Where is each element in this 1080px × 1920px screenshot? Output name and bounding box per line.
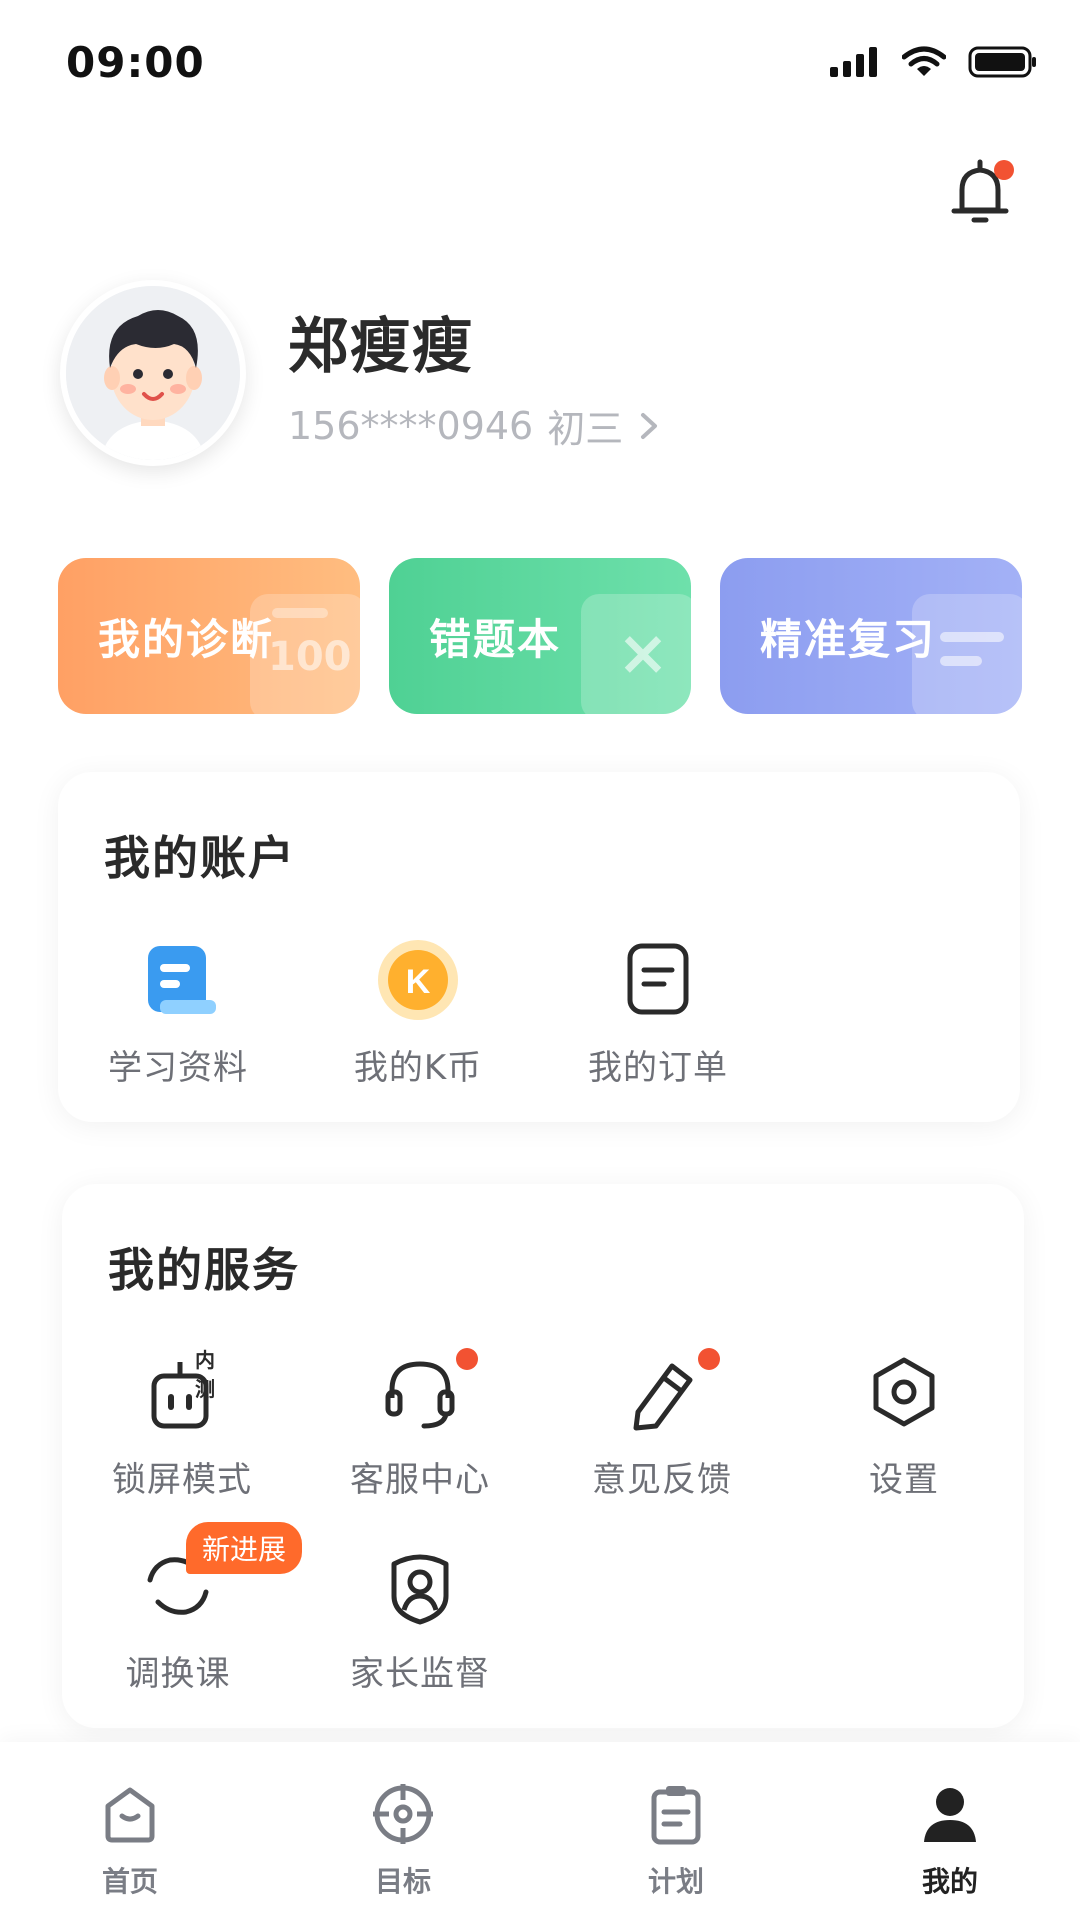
tab-plan-label: 计划 (647, 1865, 704, 1898)
parent-shield-icon (378, 1544, 462, 1628)
user-info-link[interactable]: 156****0946 初三 (288, 398, 661, 453)
robot-lock-icon: 内测 (140, 1348, 224, 1434)
battery-icon (968, 46, 1036, 78)
bell-icon (951, 159, 1014, 223)
tab-goal[interactable]: 目标 (333, 1782, 473, 1900)
my-orders-item[interactable]: 我的订单 (558, 938, 758, 1089)
k-coin-item[interactable]: K 我的K币 (318, 938, 518, 1089)
wrong-mark-icon: × (581, 594, 691, 714)
account-section: 我的账户 学习资料 K 我的K币 我的订单 (58, 772, 1020, 1122)
parent-supervision-item[interactable]: 家长监督 (320, 1544, 520, 1695)
status-time: 09:00 (66, 38, 205, 87)
mistake-book-label: 错题本 (429, 615, 562, 664)
order-icon (616, 938, 700, 1022)
my-orders-label: 我的订单 (588, 1048, 728, 1088)
signal-icon (830, 47, 877, 77)
k-coin-icon: K (376, 938, 460, 1022)
my-diagnosis-card[interactable]: 100 我的诊断 (58, 558, 360, 714)
parent-supervision-label: 家长监督 (350, 1654, 490, 1694)
lock-screen-mode-label: 锁屏模式 (112, 1460, 252, 1500)
tab-mine[interactable]: 我的 (880, 1782, 1020, 1900)
tab-mine-label: 我的 (921, 1865, 978, 1898)
feedback-item[interactable]: 意见反馈 (562, 1348, 762, 1501)
status-icons (830, 46, 1038, 78)
beta-tag: 内测 (195, 1348, 215, 1401)
user-phone: 156****0946 (288, 403, 534, 448)
lock-screen-mode-item[interactable]: 内测 锁屏模式 (82, 1348, 282, 1501)
customer-service-item[interactable]: 客服中心 (320, 1348, 520, 1501)
study-materials-label: 学习资料 (108, 1048, 248, 1088)
settings-label: 设置 (869, 1460, 939, 1500)
wifi-icon (902, 46, 946, 76)
document-icon (136, 938, 220, 1022)
settings-item[interactable]: 设置 (804, 1350, 1004, 1501)
home-icon (105, 1787, 155, 1843)
mistake-book-card[interactable]: × 错题本 (389, 558, 691, 714)
new-progress-badge: 新进展 (186, 1522, 303, 1574)
feedback-label: 意见反馈 (592, 1460, 732, 1500)
services-title: 我的服务 (108, 1243, 300, 1297)
settings-icon (862, 1350, 946, 1434)
chevron-right-icon (641, 412, 658, 439)
pencil-icon (620, 1348, 720, 1434)
tab-home[interactable]: 首页 (60, 1782, 200, 1900)
k-coin-label: 我的K币 (353, 1048, 483, 1088)
headset-icon (378, 1348, 478, 1434)
bottom-tab-bar: 首页 目标 计划 我的 (0, 1742, 1080, 1920)
precise-review-label: 精准复习 (760, 615, 937, 664)
tab-plan[interactable]: 计划 (606, 1782, 746, 1900)
study-materials-item[interactable]: 学习资料 (78, 938, 278, 1089)
user-icon (924, 1788, 976, 1842)
my-diagnosis-label: 我的诊断 (98, 615, 275, 664)
user-grade: 初三 (547, 407, 624, 451)
target-icon (373, 1784, 433, 1844)
notification-dot (698, 1348, 720, 1370)
notification-bell-button[interactable] (940, 150, 1028, 238)
avatar[interactable] (60, 280, 246, 466)
swap-class-label: 调换课 (125, 1654, 231, 1694)
tab-goal-label: 目标 (374, 1865, 431, 1898)
services-section: 我的服务 内测 锁屏模式 客服中心 意见反馈 设置 调换课 新进展 家长监督 (62, 1184, 1024, 1728)
svg-text:K: K (406, 963, 431, 1001)
notification-dot (456, 1348, 478, 1370)
customer-service-label: 客服中心 (350, 1460, 490, 1500)
avatar-face-icon (66, 286, 240, 460)
user-name: 郑瘦瘦 (288, 312, 474, 382)
account-title: 我的账户 (104, 831, 296, 885)
precise-review-card[interactable]: 精准复习 (720, 558, 1022, 714)
tab-home-label: 首页 (101, 1865, 158, 1898)
clipboard-icon (651, 1786, 701, 1845)
